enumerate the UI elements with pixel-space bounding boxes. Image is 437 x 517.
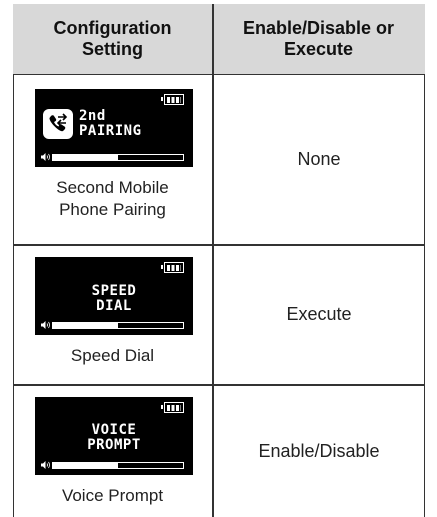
speaker-icon [41,461,50,469]
setting-caption-line1: Voice Prompt [61,486,164,505]
battery-full-icon [161,94,184,105]
header-col1-line1: Configuration [53,17,172,38]
battery-full-icon [161,262,184,273]
speaker-icon [41,321,50,329]
device-screen: 2nd PAIRING [35,89,193,167]
header-col1-line2: Setting [81,38,143,59]
table-row: VOICE PROMPT Voice Prompt Enable/Disable [13,385,425,517]
setting-caption-line1: Speed Dial [70,346,155,365]
volume-fill [53,463,118,468]
phone-swap-icon [43,109,73,139]
volume-fill [53,323,118,328]
header-col2-line1: Enable/Disable or [242,17,395,38]
header-enable-disable: Enable/Disable or Execute [212,4,425,73]
volume-fill [53,155,118,160]
device-screen: VOICE PROMPT [35,397,193,475]
device-screen: SPEED DIAL [35,257,193,335]
table-header: Configuration Setting Enable/Disable or Ex… [13,4,425,75]
action-cell: None [297,149,341,169]
action-cell: Execute [286,304,352,324]
header-col2-line2: Execute [283,38,354,59]
action-cell: Enable/Disable [258,440,380,461]
setting-caption-line2: Phone Pairing [59,200,166,219]
screen-line2: PROMPT [87,437,141,453]
table-row: 2nd PAIRING Second Mobile Phone Pairing … [13,75,425,244]
screen-line1: VOICE [91,422,137,438]
setting-cell: SPEED DIAL Speed Dial [13,245,212,384]
screen-line1: 2nd [79,108,106,124]
speaker-icon [41,153,50,161]
volume-bar [52,154,184,161]
screen-line1: SPEED [91,283,137,299]
volume-bar [52,322,184,329]
screen-line2: PAIRING [79,123,142,139]
table-row: SPEED DIAL Speed Dial Execute [13,245,425,384]
setting-cell: VOICE PROMPT Voice Prompt [13,385,212,517]
battery-full-icon [161,402,184,413]
volume-bar [52,462,184,469]
screen-line2: DIAL [96,298,132,314]
setting-cell: 2nd PAIRING Second Mobile Phone Pairing [13,75,212,244]
header-configuration-setting: Configuration Setting [13,4,212,73]
setting-caption-line1: Second Mobile [56,178,169,197]
